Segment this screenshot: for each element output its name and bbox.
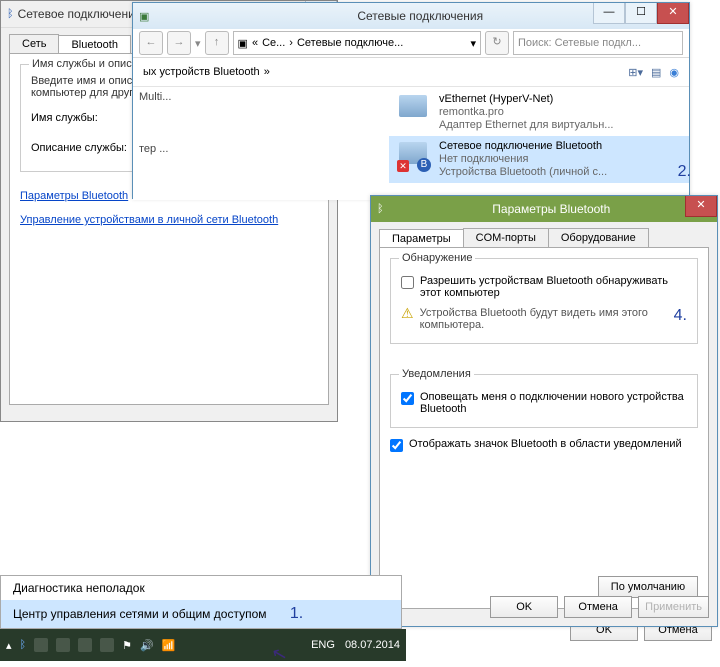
titlebar[interactable]: ᛒ Параметры Bluetooth ✕ <box>371 196 717 222</box>
forward-button[interactable]: → <box>167 31 191 55</box>
network-context-menu: Диагностика неполадок Центр управления с… <box>0 575 402 629</box>
volume-icon[interactable]: 🔊 <box>140 639 154 652</box>
view-icon[interactable]: ⊞▾ <box>628 66 643 79</box>
adapter-icon <box>397 93 433 125</box>
titlebar[interactable]: ▣ Сетевые подключения — ☐ ✕ <box>133 3 689 29</box>
disconnected-icon: ✕ <box>397 160 409 172</box>
maximize-button[interactable]: ☐ <box>625 3 657 24</box>
bluetooth-settings-dialog: ᛒ Параметры Bluetooth ✕ Параметры COM-по… <box>370 195 718 627</box>
apply-button[interactable]: Применить <box>638 596 709 618</box>
defaults-button[interactable]: По умолчанию <box>598 576 698 598</box>
adapter-icon: ✕ B <box>397 140 433 172</box>
tray-icon[interactable] <box>100 638 114 652</box>
annotation-2: 2. <box>678 163 691 181</box>
discovery-group: Обнаружение Разрешить устройствам Blueto… <box>390 258 698 344</box>
taskbar: ▴ ᛒ ⚑ 🔊 📶 ENG 08.07.2014 ↖ <box>0 629 406 661</box>
desc-label: Описание службы: <box>31 142 131 154</box>
bluetooth-tray-icon[interactable]: ᛒ <box>20 639 27 651</box>
ok-button[interactable]: OK <box>490 596 558 618</box>
view2-icon[interactable]: ▤ <box>651 66 661 79</box>
annotation-4: 4. <box>674 307 687 331</box>
tray-icon[interactable] <box>56 638 70 652</box>
network-connections-window: ▣ Сетевые подключения — ☐ ✕ ← → ▾ ↑ ▣ « … <box>132 2 690 199</box>
command-bar: ых устройств Bluetooth » ⊞▾ ▤ ◉ <box>133 58 689 87</box>
flag-icon[interactable]: ⚑ <box>122 639 132 652</box>
search-input[interactable]: Поиск: Сетевые подкл... <box>513 31 683 55</box>
notify-checkbox[interactable]: Оповещать меня о подключении нового устр… <box>401 391 687 415</box>
folder-icon: ▣ <box>238 37 248 50</box>
minimize-button[interactable]: — <box>593 3 625 24</box>
language-indicator[interactable]: ENG <box>311 639 335 651</box>
back-button[interactable]: ← <box>139 31 163 55</box>
tray-icon-checkbox[interactable]: Отображать значок Bluetooth в области ув… <box>390 438 698 452</box>
bluetooth-icon: B <box>417 158 431 172</box>
connections-list: vEthernet (HyperV-Net) remontka.pro Адап… <box>389 87 689 200</box>
taskbar-area: Диагностика неполадок Центр управления с… <box>0 575 406 649</box>
menu-network-center[interactable]: Центр управления сетями и общим доступом… <box>1 600 401 628</box>
refresh-button[interactable]: ↻ <box>485 31 509 55</box>
nav-toolbar: ← → ▾ ↑ ▣ « Се...› Сетевые подключе... ▾… <box>133 29 689 58</box>
connection-item-bluetooth[interactable]: ✕ B Сетевое подключение Bluetooth Нет по… <box>389 136 689 183</box>
tab-hardware[interactable]: Оборудование <box>548 228 649 247</box>
annotation-1: 1. <box>290 605 303 622</box>
network-tray-icon[interactable]: 📶 <box>162 639 176 652</box>
address-bar[interactable]: ▣ « Се...› Сетевые подключе... ▾ <box>233 31 481 55</box>
tab-bluetooth[interactable]: Bluetooth <box>58 35 130 54</box>
up-button[interactable]: ↑ <box>205 31 229 55</box>
folder-icon: ▣ <box>139 10 149 23</box>
manage-devices-link[interactable]: Управление устройствами в личной сети Bl… <box>20 214 278 226</box>
date-indicator[interactable]: 08.07.2014 <box>345 639 400 651</box>
notifications-group: Уведомления Оповещать меня о подключении… <box>390 374 698 428</box>
tray-icon[interactable] <box>34 638 48 652</box>
left-pane: Multi... тер ... <box>133 87 389 200</box>
name-label: Имя службы: <box>31 112 131 124</box>
cursor-icon: ↖ <box>270 642 290 666</box>
tab-com[interactable]: COM-порты <box>463 228 549 247</box>
menu-diagnose[interactable]: Диагностика неполадок <box>1 576 401 600</box>
bluetooth-icon: ᛒ <box>7 8 14 20</box>
connection-item[interactable]: vEthernet (HyperV-Net) remontka.pro Адап… <box>389 89 689 136</box>
allow-discovery-checkbox[interactable]: Разрешить устройствам Bluetooth обнаружи… <box>401 275 687 299</box>
dialog-title: Параметры Bluetooth <box>492 202 610 216</box>
cancel-button[interactable]: Отмена <box>564 596 632 618</box>
tray-icon[interactable] <box>78 638 92 652</box>
bluetooth-params-link[interactable]: Параметры Bluetooth <box>20 190 128 202</box>
tab-params[interactable]: Параметры <box>379 229 464 248</box>
show-hidden-icon[interactable]: ▴ <box>6 639 12 652</box>
window-title: Сетевые подключения <box>357 9 483 23</box>
tab-network[interactable]: Сеть <box>9 34 59 53</box>
warning-icon: ⚠ <box>401 307 414 331</box>
tab-content: Обнаружение Разрешить устройствам Blueto… <box>379 247 709 609</box>
help-icon[interactable]: ◉ <box>669 66 679 79</box>
close-button[interactable]: ✕ <box>685 196 717 217</box>
bluetooth-icon: ᛒ <box>377 203 384 215</box>
close-button[interactable]: ✕ <box>657 3 689 24</box>
